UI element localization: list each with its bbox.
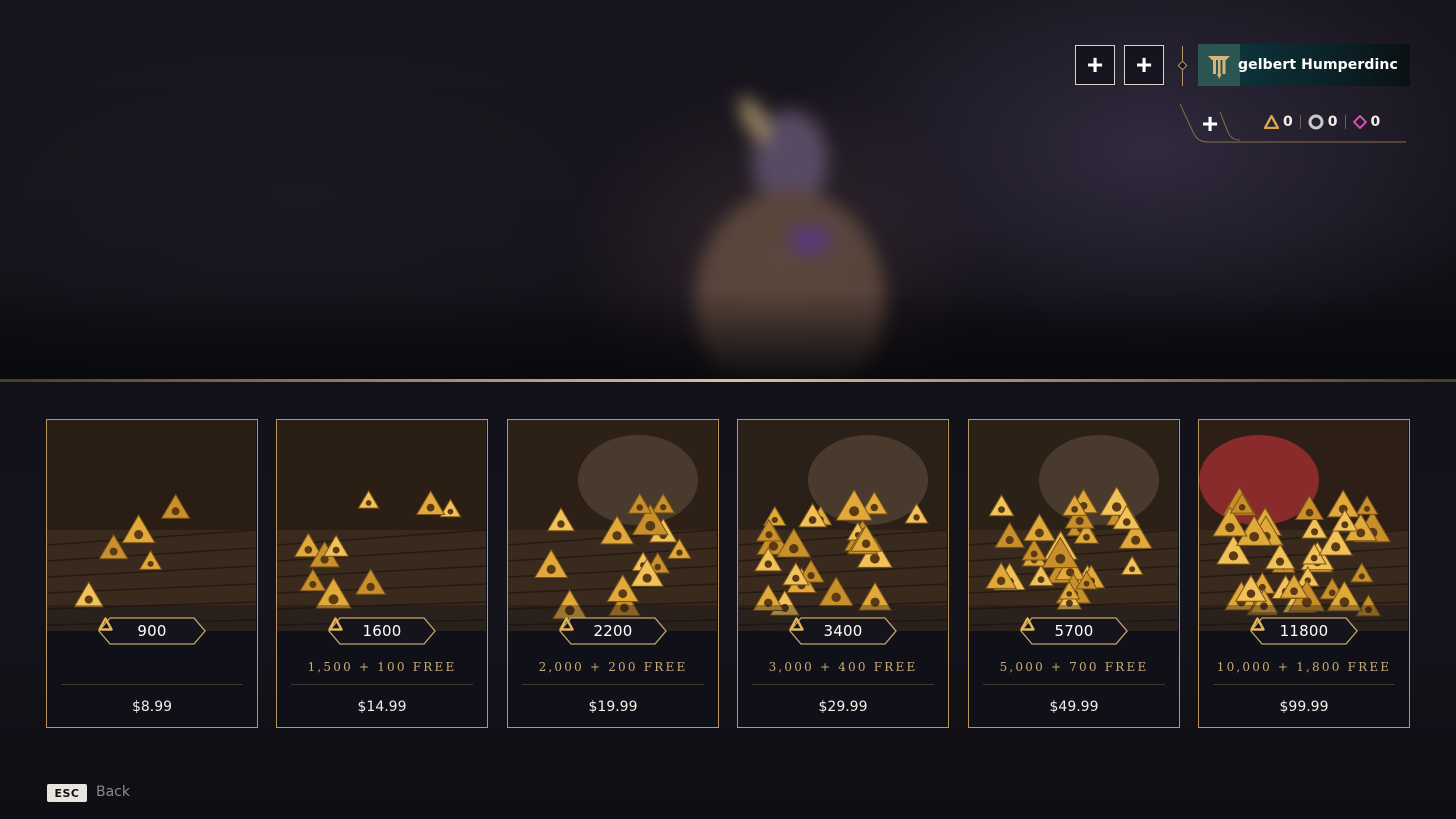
price-label: $29.99 — [818, 699, 868, 715]
gold-triangle-coin-icon — [559, 617, 574, 631]
card-divider — [1213, 684, 1395, 685]
price-label: $14.99 — [357, 699, 407, 715]
coin-amount-badge: 900 — [98, 617, 206, 645]
offer-card-6[interactable]: 11800 10,000 + 1,800 FREE $99.99 — [1198, 419, 1410, 728]
hero-fade — [0, 290, 1456, 380]
currency-premium: 0 — [1352, 114, 1381, 130]
coin-pile-image — [1199, 420, 1408, 631]
coin-amount: 3400 — [823, 622, 863, 640]
currency-silver: 0 — [1308, 114, 1338, 130]
silver-ring-coin-icon — [1308, 114, 1324, 130]
esc-key-icon: ESC — [47, 784, 87, 802]
coin-amount: 5700 — [1054, 622, 1094, 640]
bonus-text: 3,000 + 400 FREE — [768, 660, 918, 674]
gold-triangle-coin-icon — [1250, 617, 1265, 631]
coin-amount: 11800 — [1279, 622, 1329, 640]
card-divider — [522, 684, 704, 685]
coin-pile-image — [47, 420, 256, 631]
card-divider — [61, 684, 243, 685]
bonus-text: 10,000 + 1,800 FREE — [1216, 660, 1392, 674]
offer-card-1[interactable]: 900 $8.99 — [46, 419, 258, 728]
coin-pile-image — [277, 420, 486, 631]
currency-separator — [1344, 115, 1346, 129]
price-label: $49.99 — [1049, 699, 1099, 715]
gold-triangle-coin-icon — [328, 617, 343, 631]
pink-diamond-icon — [1352, 115, 1367, 129]
currency-silver-value: 0 — [1327, 114, 1338, 130]
coin-pile-image — [969, 420, 1178, 631]
price-label: $99.99 — [1279, 699, 1329, 715]
coin-amount-badge: 5700 — [1020, 617, 1128, 645]
offer-card-5[interactable]: 5700 5,000 + 700 FREE $49.99 — [968, 419, 1180, 728]
player-name: gelbert Humperdinc — [1238, 57, 1398, 73]
card-divider — [291, 684, 473, 685]
currency-separator — [1299, 115, 1301, 129]
gold-triangle-coin-icon — [98, 617, 113, 631]
gold-triangle-coin-icon — [789, 617, 804, 631]
add-party-button[interactable]: + — [1124, 45, 1164, 85]
player-profile[interactable]: gelbert Humperdinc — [1198, 44, 1410, 86]
coin-amount: 1600 — [362, 622, 402, 640]
coin-pile-image — [508, 420, 717, 631]
bonus-text: 2,000 + 200 FREE — [538, 660, 688, 674]
price-label: $8.99 — [131, 699, 173, 715]
guild-emblem-icon — [1198, 44, 1240, 86]
coin-amount-badge: 3400 — [789, 617, 897, 645]
card-divider — [983, 684, 1165, 685]
gold-triangle-coin-icon — [1020, 617, 1035, 631]
buy-currency-button[interactable]: + — [1196, 108, 1224, 139]
coin-amount-badge: 11800 — [1250, 617, 1358, 645]
back-button[interactable]: Back — [96, 784, 130, 800]
bonus-text: 5,000 + 700 FREE — [999, 660, 1149, 674]
coin-amount: 900 — [137, 622, 167, 640]
coin-pile-image — [738, 420, 947, 631]
offer-card-3[interactable]: 2200 2,000 + 200 FREE $19.99 — [507, 419, 719, 728]
currency-gold-value: 0 — [1283, 114, 1293, 130]
bonus-text: 1,500 + 100 FREE — [307, 660, 457, 674]
currency-bar: + 0 0 0 — [1180, 104, 1406, 144]
gold-triangle-coin-icon — [1264, 115, 1279, 129]
add-friend-button[interactable]: + — [1075, 45, 1115, 85]
currency-gold: 0 — [1264, 114, 1293, 130]
currency-list: 0 0 0 — [1264, 114, 1380, 130]
coin-amount-badge: 2200 — [559, 617, 667, 645]
coin-amount-badge: 1600 — [328, 617, 436, 645]
coin-amount: 2200 — [593, 622, 633, 640]
offer-card-4[interactable]: 3400 3,000 + 400 FREE $29.99 — [737, 419, 949, 728]
price-label: $19.99 — [588, 699, 638, 715]
currency-premium-value: 0 — [1370, 114, 1381, 130]
card-divider — [752, 684, 934, 685]
offer-card-2[interactable]: 1600 1,500 + 100 FREE $14.99 — [276, 419, 488, 728]
